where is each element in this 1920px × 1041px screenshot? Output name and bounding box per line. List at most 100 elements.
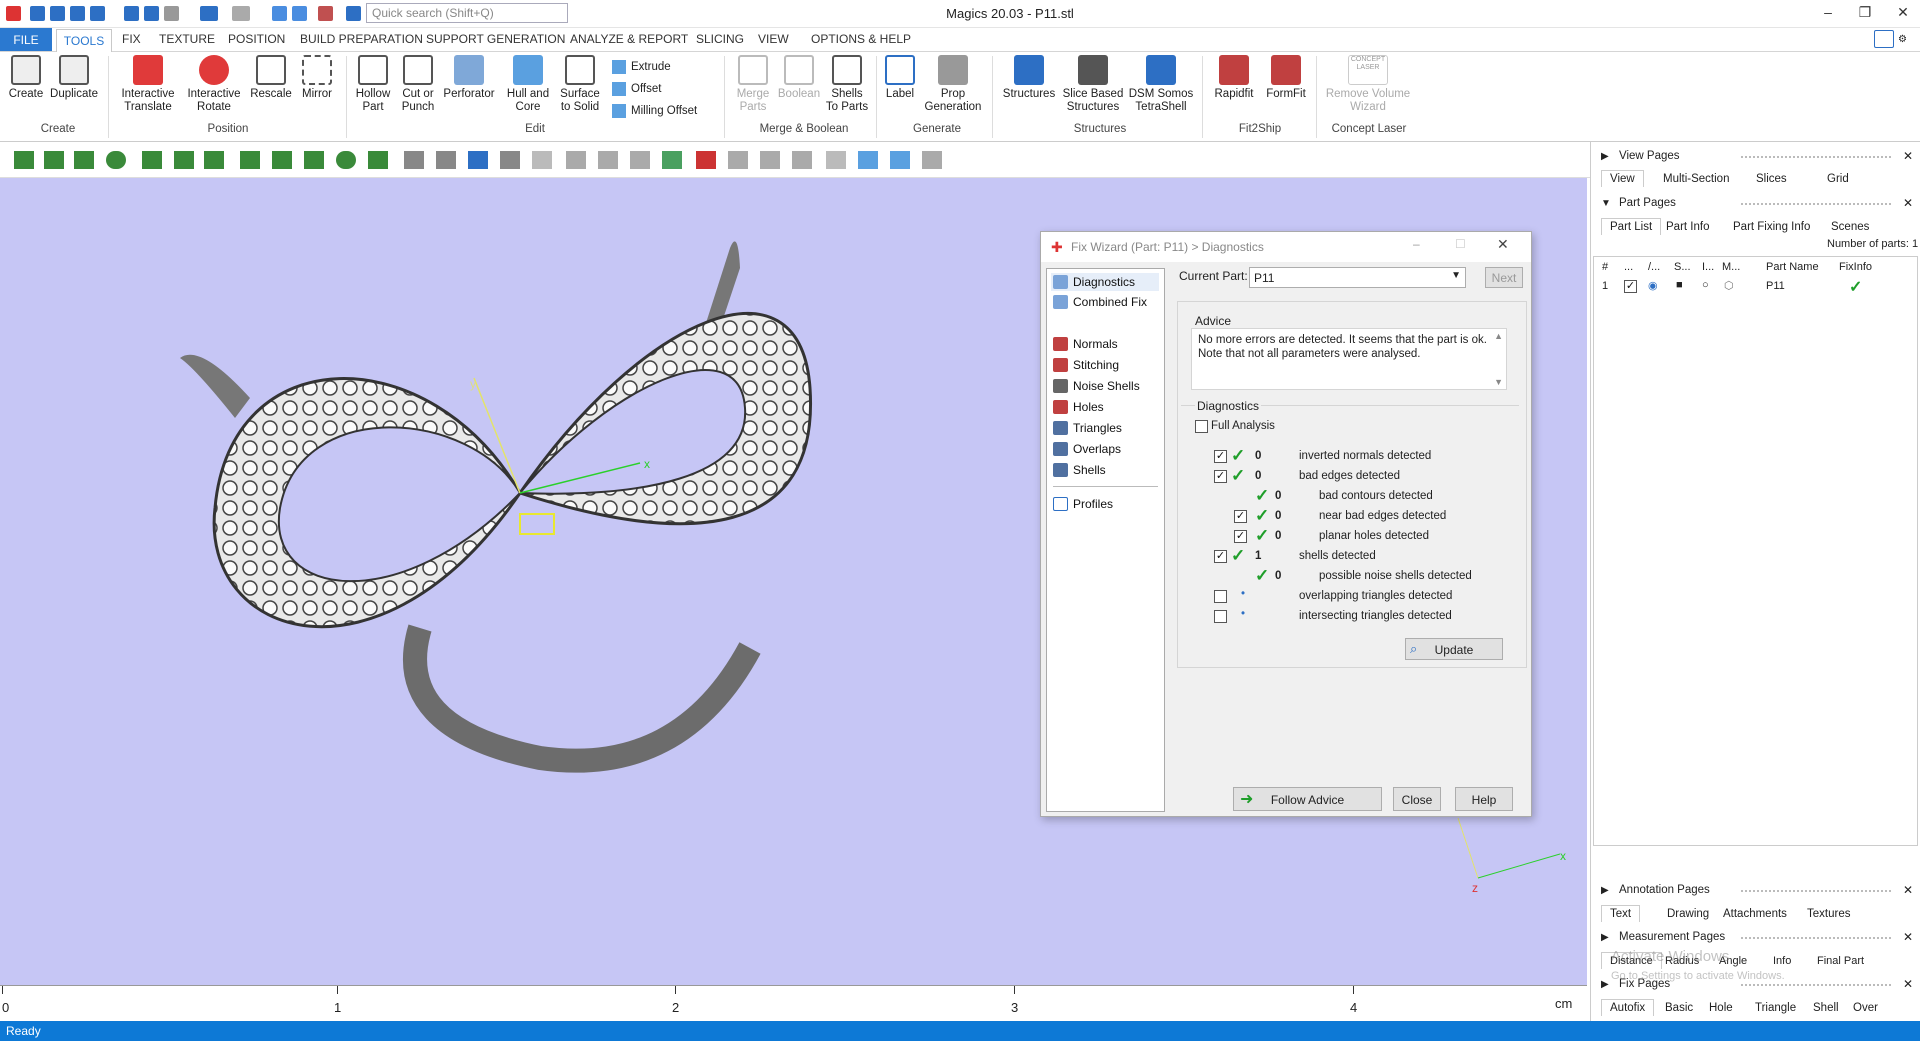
tab-part-list[interactable]: Part List [1601,218,1662,235]
table-row[interactable]: 1 ✓ ◉ ■ ○ ⬡ P11 ✓ [1594,277,1917,297]
close-icon[interactable]: ✕ [1903,930,1913,944]
grow-marking-icon[interactable] [304,151,324,169]
delete-marked-icon[interactable] [696,151,716,169]
create-button[interactable]: Create [6,55,46,101]
select-icon[interactable] [272,6,287,21]
mark-plane-icon[interactable] [44,151,64,169]
diag-checkbox[interactable] [1214,610,1227,623]
expand-marking-icon[interactable] [272,151,292,169]
tab-fix[interactable]: FIX [122,32,141,46]
nav-holes[interactable]: Holes [1051,398,1104,416]
tab-file[interactable]: FILE [0,28,52,51]
label-button[interactable]: Label [880,55,920,101]
tab-text[interactable]: Text [1601,905,1641,922]
unload-icon[interactable] [164,6,179,21]
scroll-up-icon[interactable]: ▲ [1494,331,1503,341]
tab-analyze-report[interactable]: ANALYZE & REPORT [570,32,688,46]
transparency-icon[interactable] [826,151,846,169]
view-bottom-icon[interactable] [500,151,520,169]
hollow-part-button[interactable]: Hollow Part [350,55,396,114]
nav-normals[interactable]: Normals [1051,335,1118,353]
diag-checkbox[interactable]: ✓ [1214,550,1227,563]
interactive-translate-button[interactable]: Interactive Translate [113,55,183,114]
update-button[interactable]: ⌕ Update [1405,638,1503,660]
tab-shell[interactable]: Shell [1813,1002,1839,1014]
layout-icon[interactable] [1874,30,1894,48]
view-front-icon[interactable] [404,151,424,169]
shaded-triangles-icon[interactable] [662,151,682,169]
mark-contour-icon[interactable] [174,151,194,169]
cut-punch-button[interactable]: Cut or Punch [396,55,440,114]
help-icon[interactable]: ⚙ [1898,34,1907,45]
invert-marking-icon[interactable] [368,151,388,169]
scroll-down-icon[interactable]: ▼ [1494,377,1503,387]
next-button[interactable]: Next [1485,267,1523,288]
mark-triangle-icon[interactable] [14,151,34,169]
zoom-icon[interactable] [292,6,307,21]
tab-drawing[interactable]: Drawing [1667,908,1709,920]
diag-checkbox[interactable] [1214,590,1227,603]
tab-slices[interactable]: Slices [1756,173,1787,185]
restore-button[interactable]: ❐ [1855,4,1875,21]
minimize-button[interactable]: – [1818,4,1838,20]
rapidfit-button[interactable]: Rapidfit [1208,55,1260,101]
mark-area-icon[interactable] [240,151,260,169]
tab-final-part[interactable]: Final Part [1817,955,1864,967]
hull-core-button[interactable]: Hull and Core [502,55,554,114]
rescale-button[interactable]: Rescale [249,55,293,101]
tab-support-generation[interactable]: SUPPORT GENERATION [426,32,565,46]
save-icon[interactable] [70,6,85,21]
nav-overlaps[interactable]: Overlaps [1051,440,1121,458]
column-header[interactable]: ... [1624,261,1633,273]
mark-window-icon[interactable] [142,151,162,169]
zoom-window-icon[interactable] [318,6,333,21]
tab-grid[interactable]: Grid [1827,173,1849,185]
extrude-button[interactable]: Extrude [612,60,671,74]
close-icon[interactable]: ✕ [1903,883,1913,897]
shading-mode-icon[interactable]: ■ [1676,279,1683,291]
slice-based-structures-button[interactable]: Slice Based Structures [1062,55,1124,114]
dsm-somos-tetrashell-button[interactable]: DSM Somos TetraShell [1128,55,1194,114]
tab-hole[interactable]: Hole [1709,1002,1733,1014]
diag-checkbox[interactable]: ✓ [1214,470,1227,483]
nav-shells[interactable]: Shells [1051,461,1106,479]
view-pages-header[interactable]: ▶ View Pages ✕ [1591,147,1920,167]
save-all-icon[interactable] [90,6,105,21]
tab-attachments[interactable]: Attachments [1723,908,1787,920]
close-window-button[interactable]: ✕ [1893,4,1913,21]
visible-checkbox[interactable]: ✓ [1624,280,1637,293]
quick-search-input[interactable]: Quick search (Shift+Q) [366,3,568,23]
dialog-minimize-button[interactable]: – [1413,237,1420,251]
eye-icon[interactable]: ◉ [1648,279,1658,292]
tab-triangle[interactable]: Triangle [1755,1002,1796,1014]
column-header[interactable]: /... [1648,261,1660,273]
interactive-rotate-button[interactable]: Interactive Rotate [183,55,245,114]
export-icon[interactable] [144,6,159,21]
mirror-button[interactable]: Mirror [295,55,339,101]
measure-icon[interactable] [858,151,878,169]
offset-button[interactable]: Offset [612,82,661,96]
column-header[interactable]: Part Name [1766,261,1819,273]
merge-parts-button[interactable]: Merge Parts [730,55,776,114]
wireframe-icon[interactable] [598,151,618,169]
dialog-close-button[interactable]: ✕ [1497,236,1509,253]
column-header[interactable]: M... [1722,261,1740,273]
part-pages-header[interactable]: ▼ Part Pages ✕ [1591,194,1920,214]
tab-build-preparation[interactable]: BUILD PREPARATION [300,32,423,46]
triangles-icon[interactable] [630,151,650,169]
hide-marked-icon[interactable] [760,151,780,169]
perforator-button[interactable]: Perforator [440,55,498,101]
tab-autofix[interactable]: Autofix [1601,999,1655,1016]
new-icon[interactable] [30,6,45,21]
column-header[interactable]: # [1602,261,1608,273]
tab-multi-section[interactable]: Multi-Section [1663,173,1729,185]
remove-volume-wizard-button[interactable]: CONCEPT LASER Remove Volume Wizard [1320,55,1416,114]
duplicate-button[interactable]: Duplicate [48,55,100,101]
column-header[interactable]: FixInfo [1839,261,1872,273]
nav-diagnostics[interactable]: Diagnostics [1051,273,1159,291]
mark-shell-icon[interactable] [106,151,126,169]
redo-icon[interactable] [232,6,250,21]
nav-combined-fix[interactable]: Combined Fix [1051,293,1147,311]
tab-options-help[interactable]: OPTIONS & HELP [811,32,911,46]
import-icon[interactable] [124,6,139,21]
